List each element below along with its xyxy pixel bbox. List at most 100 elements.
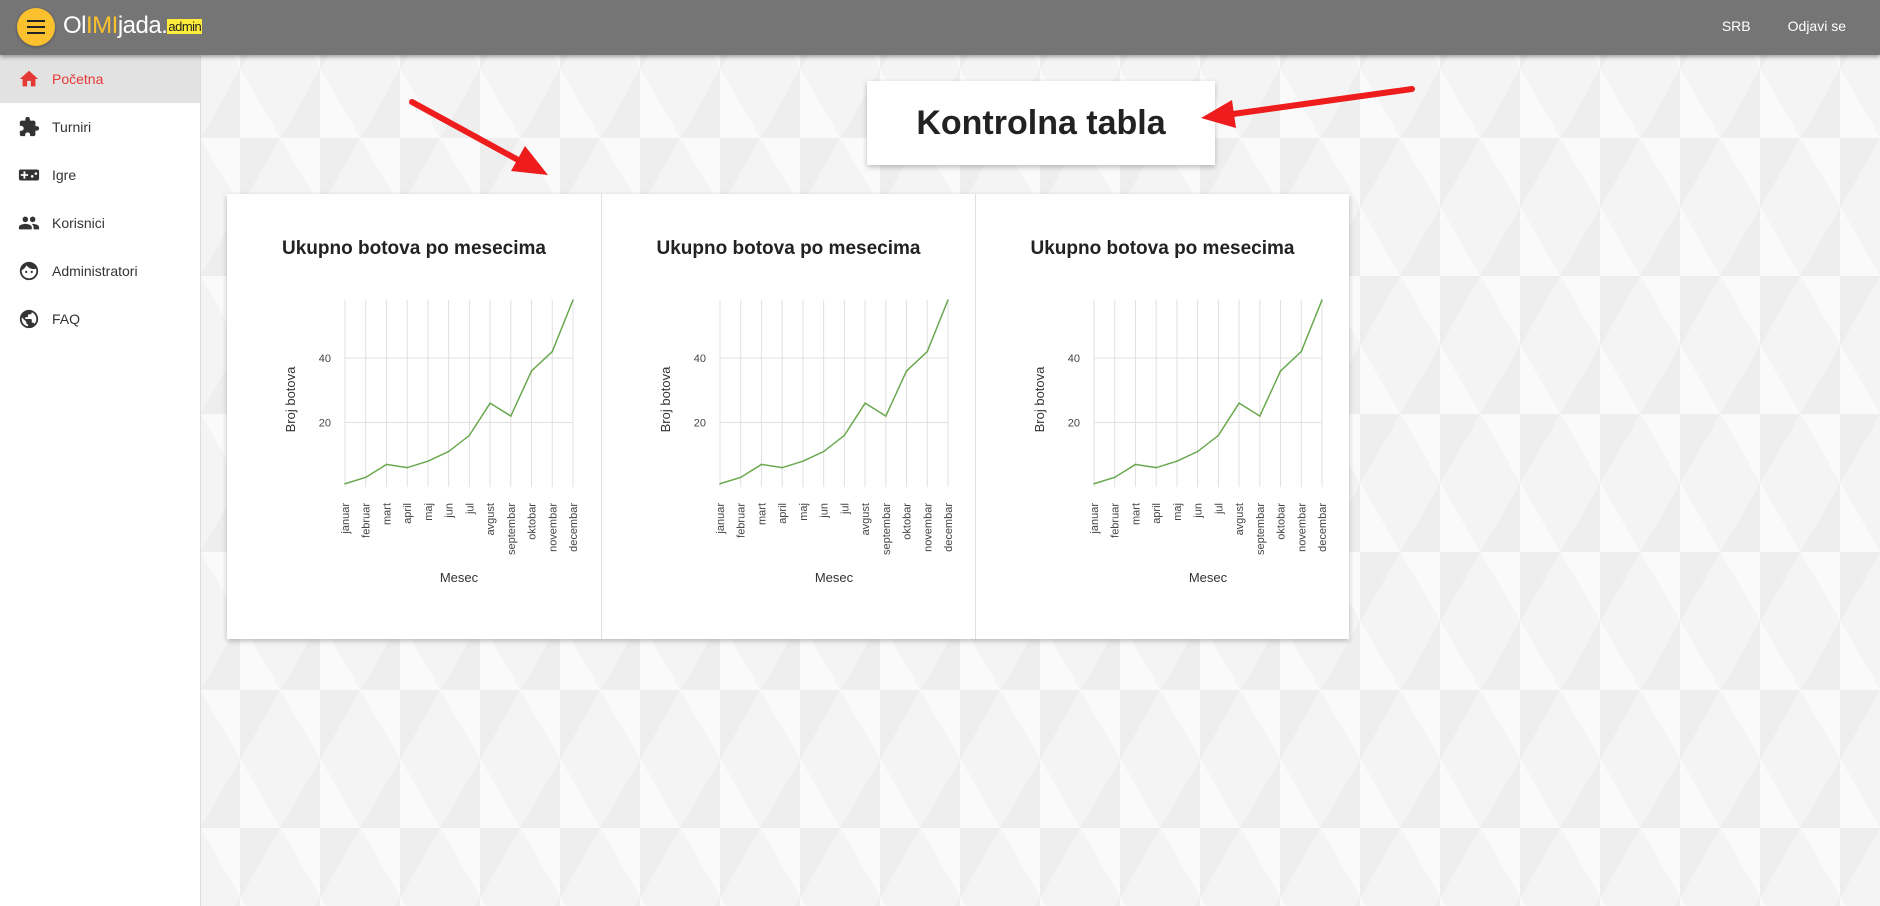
x-tick-label: jun	[1193, 503, 1205, 519]
y-axis-label: Broj botova	[1032, 366, 1047, 433]
people-icon	[18, 216, 40, 230]
data-point	[822, 450, 825, 453]
hamburger-icon	[27, 20, 45, 34]
x-tick-label: maj	[798, 503, 810, 521]
x-tick-label: jul	[464, 503, 476, 515]
x-tick-label: januar	[1089, 503, 1101, 535]
x-tick-label: mart	[1130, 503, 1142, 525]
data-point	[510, 415, 512, 417]
data-point	[530, 370, 533, 372]
x-tick-label: septembar	[506, 503, 518, 555]
menu-button[interactable]	[17, 8, 55, 46]
x-tick-label: februar	[1110, 503, 1122, 538]
sidebar: Početna Turniri Igre Korisnici Administr…	[0, 55, 201, 906]
data-point	[1196, 450, 1199, 453]
top-app-bar: OlIMIjada.admin SRB Odjavi se	[0, 0, 1880, 55]
line-chart: 20 40 januar februar mart april maj jun jul avgus…	[283, 299, 580, 585]
logo-imi: IMI	[86, 12, 118, 39]
x-axis-label: Mesec	[440, 570, 479, 585]
chart-cards: Ukupno botova po mesecima 20 40 januar febr…	[227, 194, 1349, 639]
chart-card: Ukupno botova po mesecima 20 40 januar febr…	[975, 194, 1349, 639]
logo-jada: jada.	[117, 12, 168, 39]
y-tick-label: 40	[1068, 353, 1080, 365]
x-tick-label: avgust	[860, 503, 872, 535]
x-tick-label: maj	[423, 503, 435, 521]
sidebar-item-korisnici[interactable]: Korisnici	[0, 199, 200, 247]
series-line	[344, 299, 574, 485]
y-tick-label: 20	[1068, 418, 1080, 430]
data-point	[406, 466, 408, 469]
data-point	[385, 463, 388, 466]
sidebar-item-label: Početna	[52, 71, 104, 87]
language-button[interactable]: SRB	[1722, 18, 1751, 34]
data-point	[572, 299, 574, 301]
data-point	[926, 350, 929, 353]
data-point	[1134, 463, 1137, 466]
data-point	[843, 434, 846, 437]
x-tick-label: novembar	[1296, 503, 1308, 552]
sidebar-item-administratori[interactable]: Administratori	[0, 247, 200, 295]
x-tick-label: april	[402, 503, 414, 524]
line-chart: 20 40 januar februar mart april maj jun jul avgus…	[658, 299, 955, 585]
data-point	[1176, 460, 1178, 463]
sidebar-item-label: Igre	[52, 167, 77, 183]
logo-ol: Ol	[63, 12, 87, 39]
data-point	[468, 434, 471, 437]
data-point	[364, 476, 367, 479]
x-tick-label: novembar	[922, 503, 934, 552]
x-tick-label: april	[777, 503, 789, 524]
x-tick-label: januar	[340, 503, 352, 535]
chart-title: Ukupno botova po mesecima	[1030, 238, 1295, 259]
home-icon	[19, 70, 39, 87]
sidebar-item-faq[interactable]: FAQ	[0, 295, 200, 343]
data-point	[1321, 299, 1323, 301]
x-tick-label: novembar	[547, 503, 559, 552]
data-point	[1259, 415, 1261, 417]
x-tick-label: septembar	[881, 503, 893, 555]
x-tick-label: oktobar	[1276, 503, 1288, 540]
data-point	[719, 482, 721, 485]
data-point	[905, 370, 908, 372]
y-axis-label: Broj botova	[658, 366, 673, 433]
sidebar-item-label: Administratori	[52, 263, 138, 279]
data-point	[802, 460, 804, 463]
logo-admin-tag: admin	[167, 19, 203, 34]
series-line	[1093, 299, 1323, 485]
data-point	[427, 460, 429, 463]
data-point	[447, 450, 450, 453]
sidebar-item-turniri[interactable]: Turniri	[0, 103, 200, 151]
data-point	[739, 476, 742, 479]
line-chart: 20 40 januar februar mart april maj jun jul avgus…	[1032, 299, 1329, 585]
app-logo[interactable]: OlIMIjada.admin	[63, 12, 203, 44]
x-tick-label: avgust	[485, 503, 497, 535]
annotation-arrow	[1201, 86, 1415, 128]
x-tick-label: decembar	[568, 503, 580, 552]
sidebar-item-label: FAQ	[52, 311, 81, 327]
y-axis-label: Broj botova	[283, 366, 298, 433]
data-point	[947, 299, 949, 301]
y-tick-label: 40	[319, 353, 331, 365]
y-tick-label: 20	[694, 418, 706, 430]
data-point	[864, 402, 866, 404]
face-icon	[19, 261, 39, 281]
data-point	[760, 463, 763, 466]
x-tick-label: februar	[736, 503, 748, 538]
data-point	[781, 466, 783, 469]
x-tick-label: jul	[1213, 503, 1225, 515]
puzzle-icon	[19, 116, 40, 137]
x-tick-label: avgust	[1234, 503, 1246, 535]
x-axis-label: Mesec	[815, 570, 854, 585]
page-title: Kontrolna tabla	[867, 81, 1215, 165]
x-tick-label: mart	[756, 503, 768, 525]
x-tick-label: mart	[381, 503, 393, 525]
x-tick-label: januar	[715, 503, 727, 535]
logout-button[interactable]: Odjavi se	[1788, 18, 1846, 34]
gamepad-icon	[18, 169, 40, 181]
y-tick-label: 40	[694, 353, 706, 365]
x-tick-label: februar	[361, 503, 373, 538]
sidebar-item-pocetna[interactable]: Početna	[0, 55, 200, 103]
x-tick-label: decembar	[1317, 503, 1329, 552]
sidebar-item-igre[interactable]: Igre	[0, 151, 200, 199]
globe-icon	[19, 309, 39, 329]
x-tick-label: decembar	[943, 503, 955, 552]
